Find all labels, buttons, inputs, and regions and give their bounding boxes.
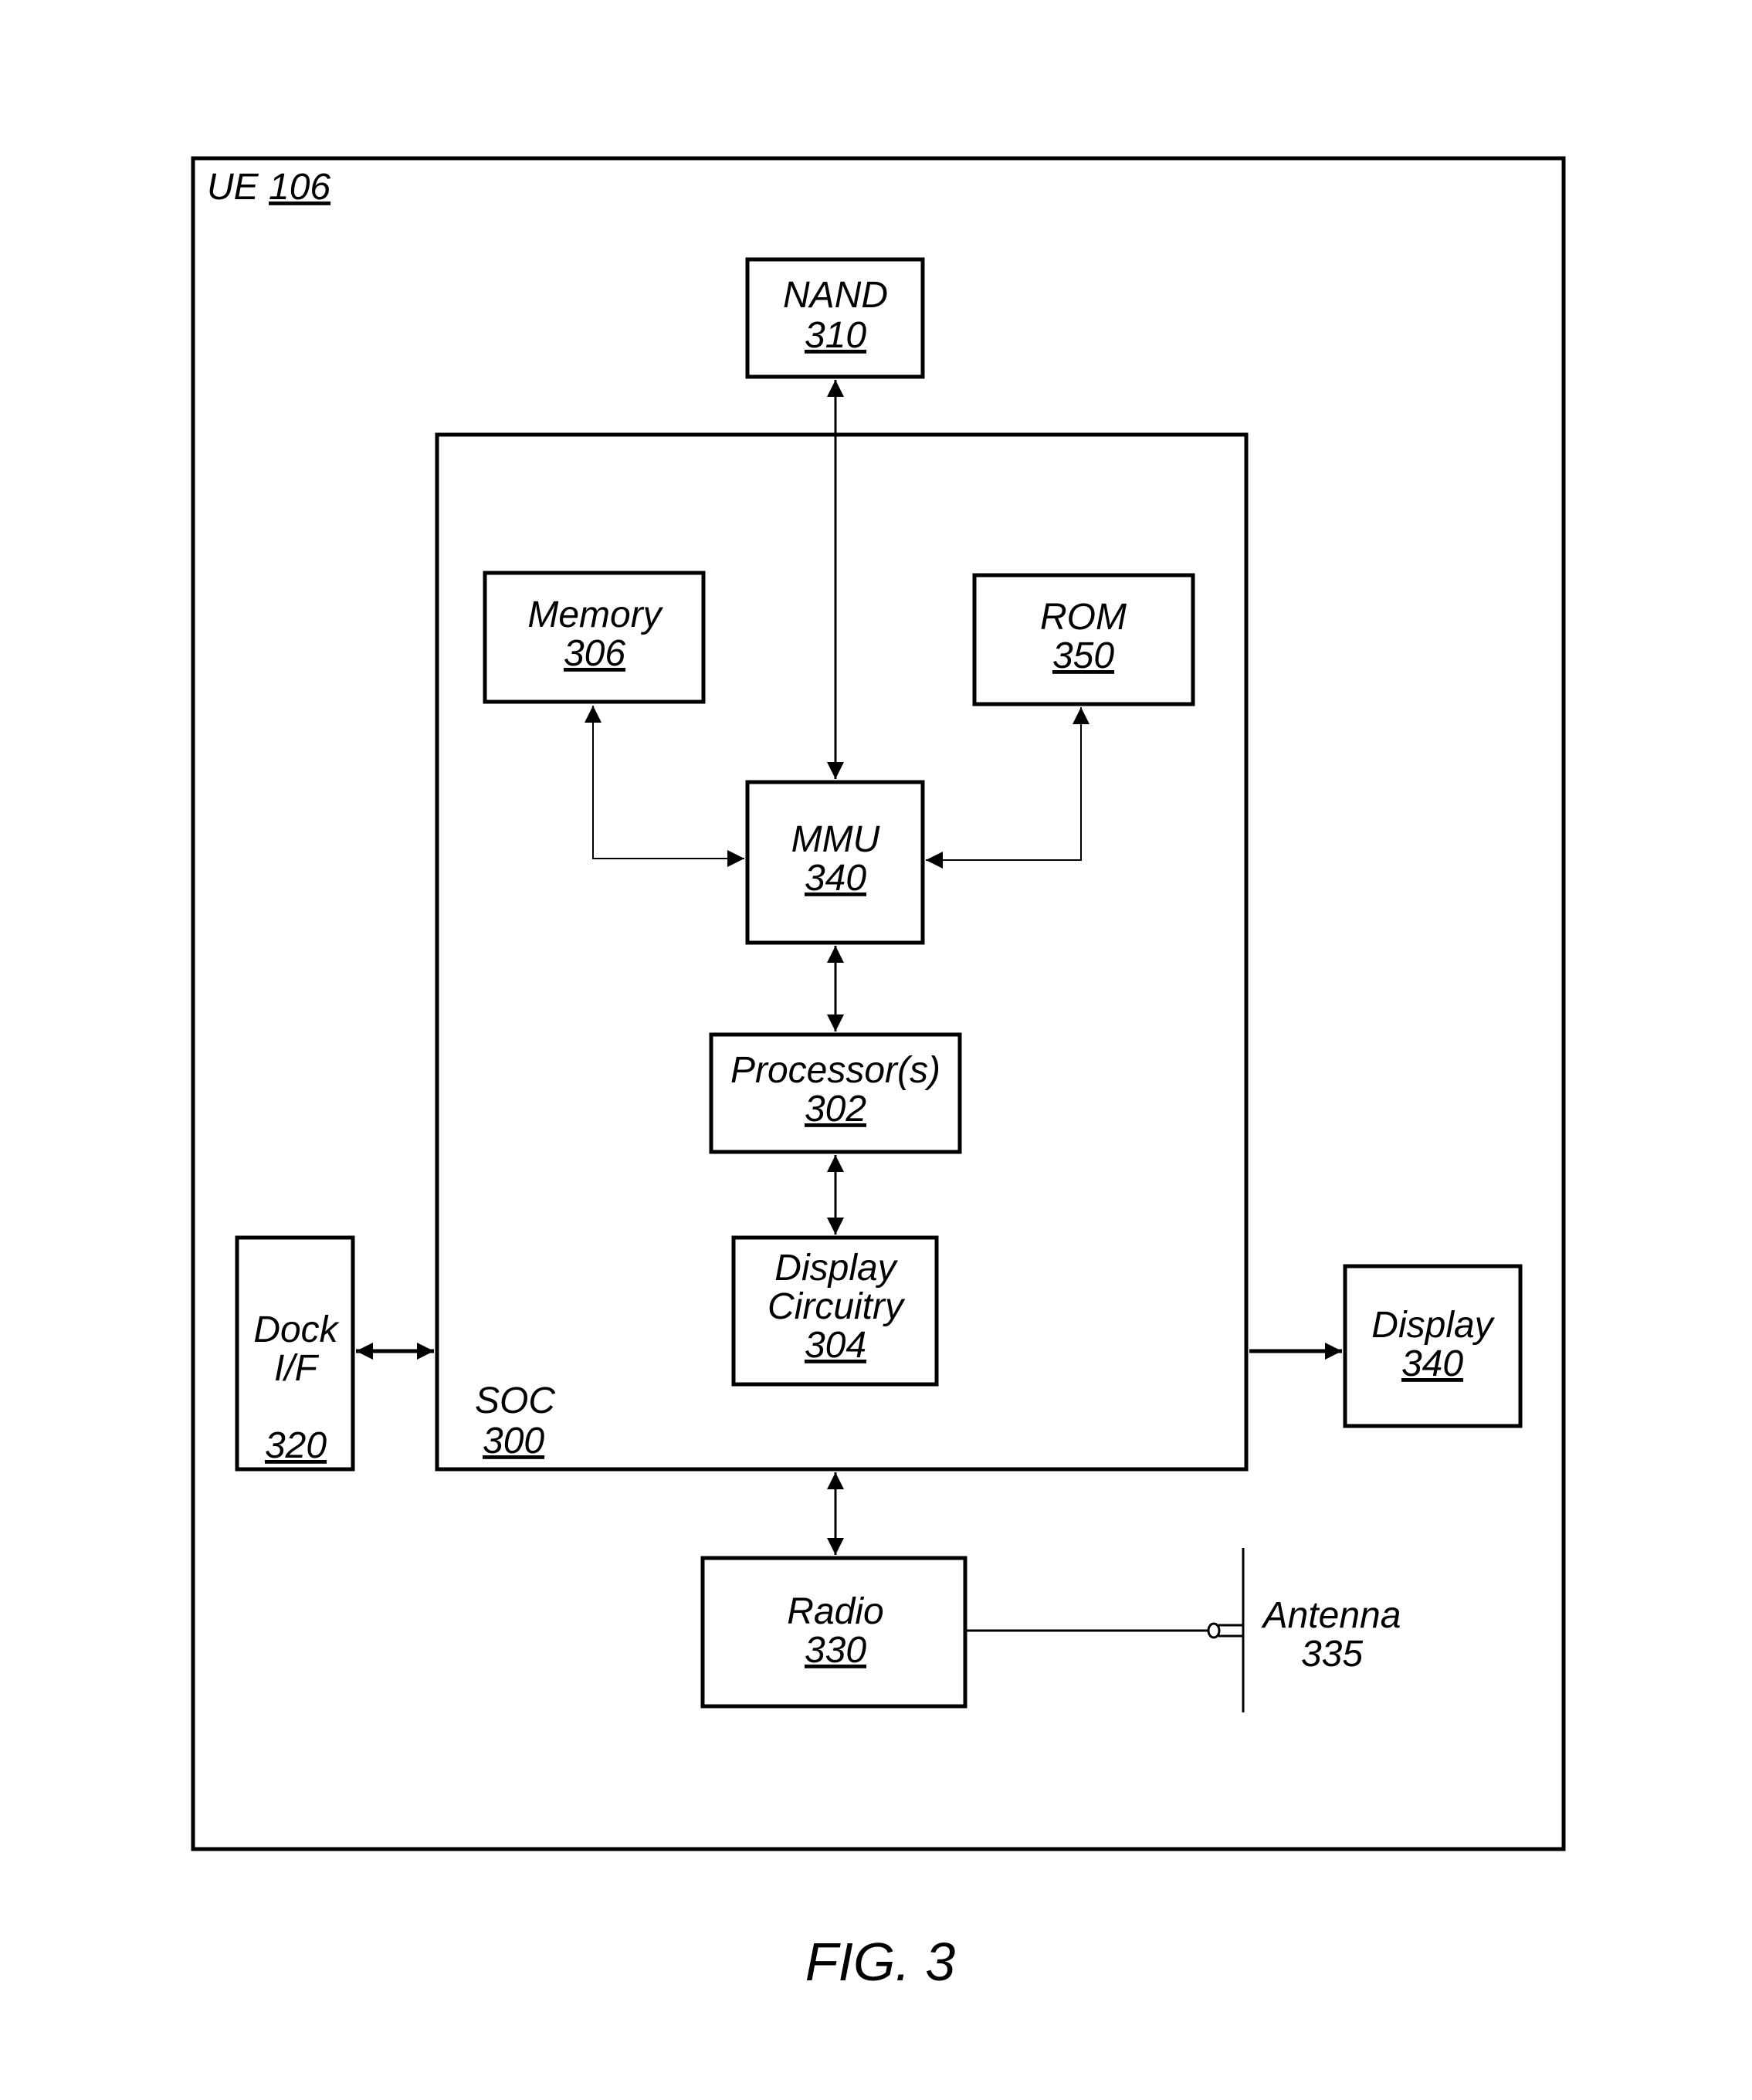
radio-block: Radio 330 [700, 1556, 967, 1709]
svg-text:304: 304 [805, 1325, 866, 1366]
mmu-block: MMU 340 [745, 780, 925, 945]
ue-label: UE 106 [207, 167, 330, 208]
svg-text:Memory: Memory [527, 594, 663, 635]
svg-text:Radio: Radio [787, 1591, 883, 1632]
svg-text:306: 306 [564, 633, 625, 674]
svg-text:Circuitry: Circuitry [768, 1286, 906, 1327]
svg-text:Display: Display [1371, 1305, 1495, 1346]
nand-block: NAND 310 [745, 257, 925, 379]
svg-text:340: 340 [1401, 1343, 1463, 1384]
svg-text:310: 310 [805, 315, 866, 356]
svg-text:SOC: SOC [475, 1380, 555, 1421]
display-block: Display 340 [1343, 1264, 1523, 1428]
svg-text:Processor(s): Processor(s) [730, 1050, 940, 1091]
svg-text:340: 340 [805, 858, 866, 899]
figure-label: FIG. 3 [805, 1932, 956, 1992]
svg-text:350: 350 [1052, 635, 1114, 676]
svg-text:302: 302 [805, 1089, 866, 1130]
svg-text:NAND: NAND [783, 275, 888, 316]
dock-block: Dock I/F 320 [235, 1235, 355, 1472]
processor-block: Processor(s) 302 [709, 1032, 962, 1154]
svg-text:300: 300 [483, 1421, 544, 1462]
svg-text:320: 320 [265, 1425, 327, 1466]
rom-block: ROM 350 [972, 573, 1195, 706]
svg-text:Dock: Dock [253, 1309, 340, 1350]
display-circuitry-block: Display Circuitry 304 [731, 1235, 939, 1387]
svg-text:Antenna: Antenna [1261, 1595, 1401, 1636]
svg-text:I/F: I/F [274, 1348, 320, 1389]
svg-text:MMU: MMU [791, 819, 880, 860]
svg-text:ROM: ROM [1040, 597, 1127, 638]
svg-text:330: 330 [805, 1630, 866, 1671]
svg-text:Display: Display [774, 1248, 898, 1289]
block-diagram: UE 106 NAND 310 SOC 300 Memory 306 ROM 3… [191, 156, 1566, 1992]
svg-text:335: 335 [1301, 1634, 1363, 1675]
memory-block: Memory 306 [483, 571, 706, 704]
